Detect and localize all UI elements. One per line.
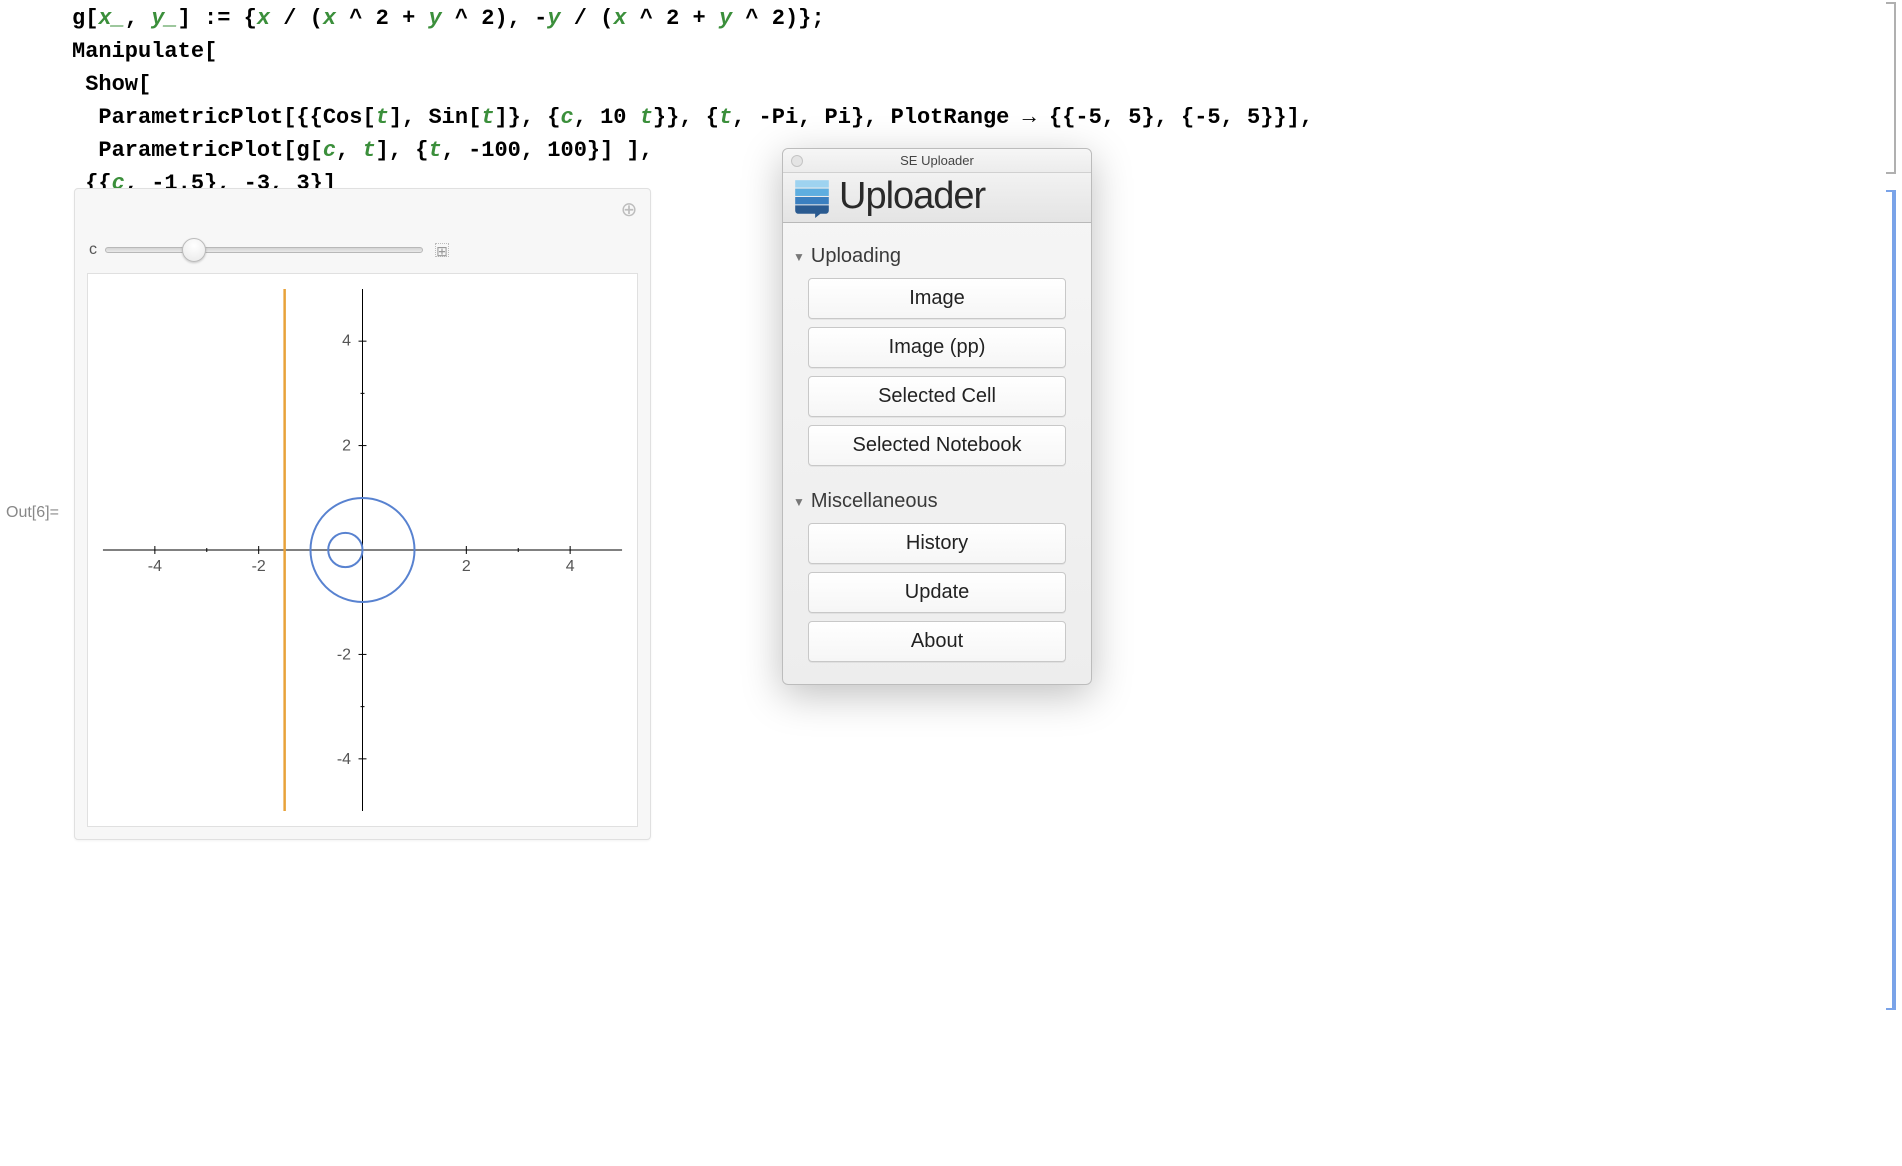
slider-track[interactable]	[105, 247, 423, 253]
output-label: Out[6]=	[6, 504, 59, 522]
button-history[interactable]: History	[808, 523, 1066, 564]
stack-exchange-logo-icon	[791, 176, 833, 218]
button-image[interactable]: Image	[808, 278, 1066, 319]
uploader-body: ▼ Uploading Image Image (pp) Selected Ce…	[783, 223, 1091, 684]
chevron-down-icon: ▼	[793, 495, 805, 509]
slider-thumb[interactable]	[182, 238, 206, 262]
input-code-cell[interactable]: g[x_, y_] := {x / (x ^ 2 + y ^ 2), -y / …	[72, 2, 1313, 200]
slider-row: c ⊞	[89, 235, 449, 265]
code-line-2: Manipulate[	[72, 35, 1313, 68]
plot-area: -4 -2 2 4 4 2 -2	[87, 273, 638, 827]
button-selected-notebook[interactable]: Selected Notebook	[808, 425, 1066, 466]
button-selected-cell[interactable]: Selected Cell	[808, 376, 1066, 417]
input-cell-bracket[interactable]	[1886, 2, 1896, 174]
section-uploading-header[interactable]: ▼ Uploading	[793, 245, 1081, 268]
section-misc-header[interactable]: ▼ Miscellaneous	[793, 490, 1081, 513]
chevron-down-icon: ▼	[793, 250, 805, 264]
se-uploader-window: SE Uploader Uploader ▼ Uploading Image I…	[782, 148, 1092, 685]
code-line-1: g[x_, y_] := {x / (x ^ 2 + y ^ 2), -y / …	[72, 2, 1313, 35]
button-about[interactable]: About	[808, 621, 1066, 662]
uploader-logo-text: Uploader	[839, 175, 985, 218]
manipulate-add-control-icon[interactable]: ⊕	[620, 201, 638, 219]
output-cell-bracket[interactable]	[1886, 190, 1896, 1010]
uploader-header: Uploader	[783, 173, 1091, 223]
manipulate-panel: ⊕ c ⊞ -4 -2 2 4	[74, 188, 651, 840]
section-misc-label: Miscellaneous	[811, 490, 938, 513]
code-line-5: ParametricPlot[g[c, t], {t, -100, 100}] …	[72, 134, 1313, 167]
xtick-4: 4	[566, 558, 575, 575]
parametric-plot: -4 -2 2 4 4 2 -2	[88, 274, 637, 826]
code-line-3: Show[	[72, 68, 1313, 101]
ytick-2: 2	[342, 437, 351, 454]
button-image-pp[interactable]: Image (pp)	[808, 327, 1066, 368]
xtick--4: -4	[148, 558, 162, 575]
ytick-4: 4	[342, 333, 351, 350]
section-uploading-label: Uploading	[811, 245, 901, 268]
xtick-2: 2	[462, 558, 471, 575]
slider-expand-icon[interactable]: ⊞	[435, 243, 449, 257]
ytick--2: -2	[337, 647, 351, 664]
code-line-4: ParametricPlot[{{Cos[t], Sin[t]}, {c, 10…	[72, 101, 1313, 134]
xtick--2: -2	[252, 558, 266, 575]
uploader-titlebar[interactable]: SE Uploader	[783, 149, 1091, 173]
uploader-window-title: SE Uploader	[783, 153, 1091, 168]
ytick--4: -4	[337, 751, 351, 768]
slider-variable-label: c	[89, 241, 97, 259]
button-update[interactable]: Update	[808, 572, 1066, 613]
